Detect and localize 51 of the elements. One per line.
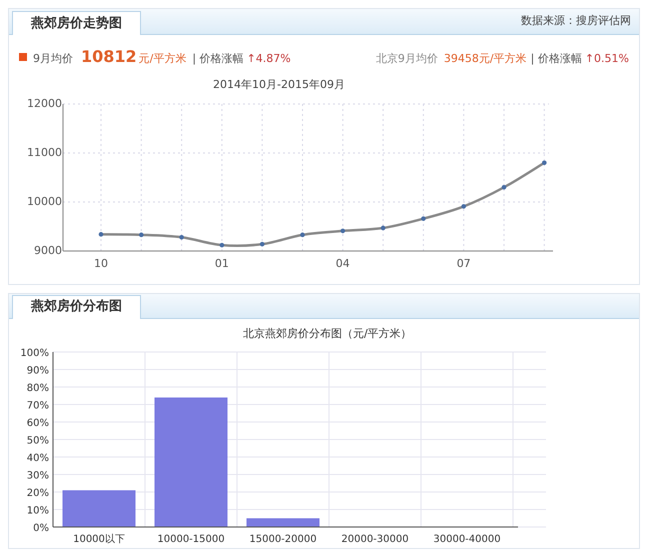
y-tick-label: 30% <box>26 470 49 482</box>
x-tick-label: 15000-20000 <box>249 534 317 545</box>
chart-title: 北京燕郊房价分布图（元/平方米） <box>243 326 413 342</box>
y-tick-label: 70% <box>26 400 49 412</box>
summary-label: 9月均价 <box>33 51 73 67</box>
change-value: ↑4.87% <box>246 51 291 67</box>
data-point <box>179 234 184 240</box>
change-label: | 价格涨幅 <box>192 51 244 67</box>
price-unit: 元/平方米 <box>138 51 186 67</box>
data-point <box>98 232 104 236</box>
data-point <box>461 204 466 208</box>
data-point <box>300 232 305 237</box>
y-tick-label: 60% <box>26 418 49 429</box>
x-tick-label: 20000-30000 <box>341 534 409 545</box>
y-tick-label: 11000 <box>27 146 62 158</box>
chart-title: 2014年10月-2015年09月 <box>213 77 346 93</box>
data-point <box>542 160 547 165</box>
y-tick-label: 80% <box>26 383 49 394</box>
y-tick-label: 20% <box>26 488 49 499</box>
y-tick-label: 50% <box>26 436 49 446</box>
square-icon <box>19 53 27 61</box>
x-tick-label: 10000-15000 <box>157 534 225 545</box>
data-point <box>139 232 144 237</box>
panel-tab[interactable]: 燕郊房价分布图 <box>12 294 141 318</box>
x-tick-label: 10 <box>94 256 108 270</box>
data-source: 数据来源：搜房评估网 <box>521 13 631 29</box>
y-tick-label: 90% <box>26 366 49 376</box>
y-tick-label: 40% <box>26 453 49 464</box>
data-point <box>502 184 506 190</box>
change-value: ↑0.51% <box>584 51 629 67</box>
y-tick-label: 12000 <box>27 96 62 110</box>
data-point <box>380 225 386 230</box>
x-tick-label: 07 <box>456 256 471 270</box>
beijing-price: 39458元/平方米 <box>444 51 527 67</box>
x-tick-label: 30000-40000 <box>433 534 501 545</box>
data-point <box>220 242 224 247</box>
average-price: 10812 <box>81 46 137 68</box>
y-tick-label: 10% <box>26 506 49 516</box>
y-tick-label: 100% <box>20 348 49 359</box>
beijing-label: 北京9月均价 <box>376 51 438 67</box>
x-tick-label: 04 <box>336 256 350 270</box>
y-tick-label: 0% <box>33 523 49 534</box>
change-label: | 价格涨幅 <box>530 51 582 67</box>
y-tick-label: 9000 <box>34 244 62 256</box>
data-point <box>260 241 264 246</box>
data-point <box>421 216 426 220</box>
data-point <box>340 228 346 233</box>
panel-tab[interactable]: 燕郊房价走势图 <box>12 11 141 35</box>
y-tick-label: 10000 <box>27 194 62 208</box>
x-tick-label: 01 <box>214 256 229 270</box>
x-tick-label: 10000以下 <box>73 534 125 545</box>
